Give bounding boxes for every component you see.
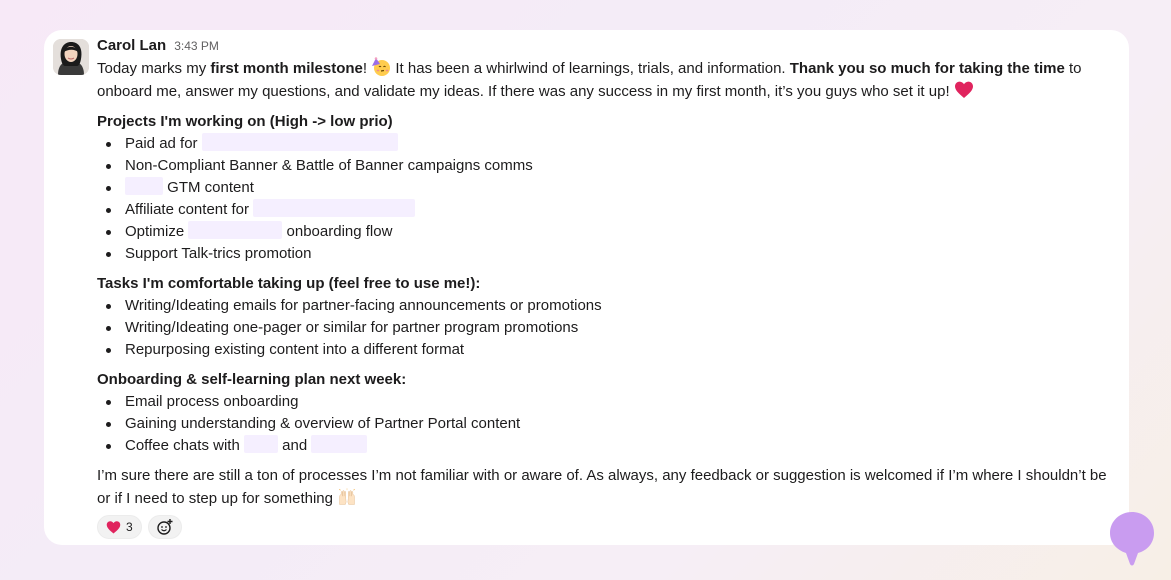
list-item-text: GTM content	[167, 179, 254, 196]
list-item: Paid ad for	[97, 133, 1117, 155]
reactions-bar: 3	[97, 515, 1117, 539]
message-header: Carol Lan 3:43 PM	[97, 37, 1117, 57]
list-item: Email process onboarding	[97, 391, 1117, 413]
intro-bold-2: Thank you so much for taking the time	[789, 60, 1065, 77]
message-card: Carol Lan 3:43 PM Today marks my first m…	[44, 30, 1129, 545]
intro-text-1: Today marks my	[97, 60, 211, 77]
chat-bubble-icon	[1110, 512, 1154, 566]
intro-text-3: It has been a whirlwind of learnings, tr…	[391, 60, 790, 77]
heart-icon	[106, 520, 121, 533]
timestamp[interactable]: 3:43 PM	[174, 39, 219, 53]
heart-icon	[954, 81, 973, 98]
list-item: Repurposing existing content into a diff…	[97, 339, 1117, 361]
list-item: Optimize onboarding flow	[97, 221, 1117, 243]
list-item-text: onboarding flow	[286, 223, 393, 240]
intro-paragraph: Today marks my first month milestone! It…	[97, 57, 1117, 103]
list-item: Gaining understanding & overview of Part…	[97, 413, 1117, 435]
projects-list: Paid ad for Non-Compliant Banner & Battl…	[97, 133, 1117, 265]
add-reaction-button[interactable]	[147, 515, 182, 539]
raising-hands-icon	[339, 488, 355, 505]
redacted-text	[311, 435, 368, 453]
redacted-text	[243, 435, 278, 453]
add-reaction-icon	[156, 519, 173, 535]
closing-text: I’m sure there are still a ton of proces…	[97, 467, 1107, 507]
section-title-tasks: Tasks I'm comfortable taking up (feel fr…	[97, 275, 481, 292]
list-item-text: Coffee chats with	[125, 437, 240, 454]
list-item: Support Talk-trics promotion	[97, 243, 1117, 265]
section-title-projects: Projects I'm working on (High -> low pri…	[97, 113, 393, 130]
redacted-text	[201, 133, 398, 151]
list-item-text: Email process onboarding	[125, 393, 299, 410]
section-title-onboarding: Onboarding & self-learning plan next wee…	[97, 371, 407, 388]
avatar[interactable]	[53, 39, 89, 75]
list-item: Writing/Ideating one-pager or similar fo…	[97, 317, 1117, 339]
list-item: Writing/Ideating emails for partner-faci…	[97, 295, 1117, 317]
onboarding-list: Email process onboarding Gaining underst…	[97, 391, 1117, 457]
author-name[interactable]: Carol Lan	[97, 37, 166, 54]
list-item: Affiliate content for	[97, 199, 1117, 221]
list-item-text: Gaining understanding & overview of Part…	[125, 415, 521, 432]
reaction-heart-button[interactable]: 3	[97, 515, 142, 539]
intro-text-2: !	[362, 60, 372, 77]
message-content: Carol Lan 3:43 PM Today marks my first m…	[97, 37, 1117, 539]
list-item: Coffee chats with and	[97, 435, 1117, 457]
list-item: GTM content	[97, 177, 1117, 199]
intro-bold-1: first month milestone	[210, 60, 363, 77]
partying-face-icon	[372, 57, 391, 76]
list-item-text: and	[282, 437, 308, 454]
list-item-text: Non-Compliant Banner & Battle of Banner …	[125, 157, 533, 174]
redacted-text	[125, 177, 163, 195]
reaction-count: 3	[126, 520, 133, 534]
tasks-list: Writing/Ideating emails for partner-faci…	[97, 295, 1117, 361]
list-item: Non-Compliant Banner & Battle of Banner …	[97, 155, 1117, 177]
redacted-text	[188, 221, 283, 239]
list-item-text: Optimize	[125, 223, 185, 240]
list-item-text: Support Talk-trics promotion	[125, 245, 312, 262]
redacted-text	[253, 199, 416, 217]
closing-paragraph: I’m sure there are still a ton of proces…	[97, 465, 1117, 510]
list-item-text: Paid ad for	[125, 135, 198, 152]
list-item-text: Affiliate content for	[125, 201, 249, 218]
